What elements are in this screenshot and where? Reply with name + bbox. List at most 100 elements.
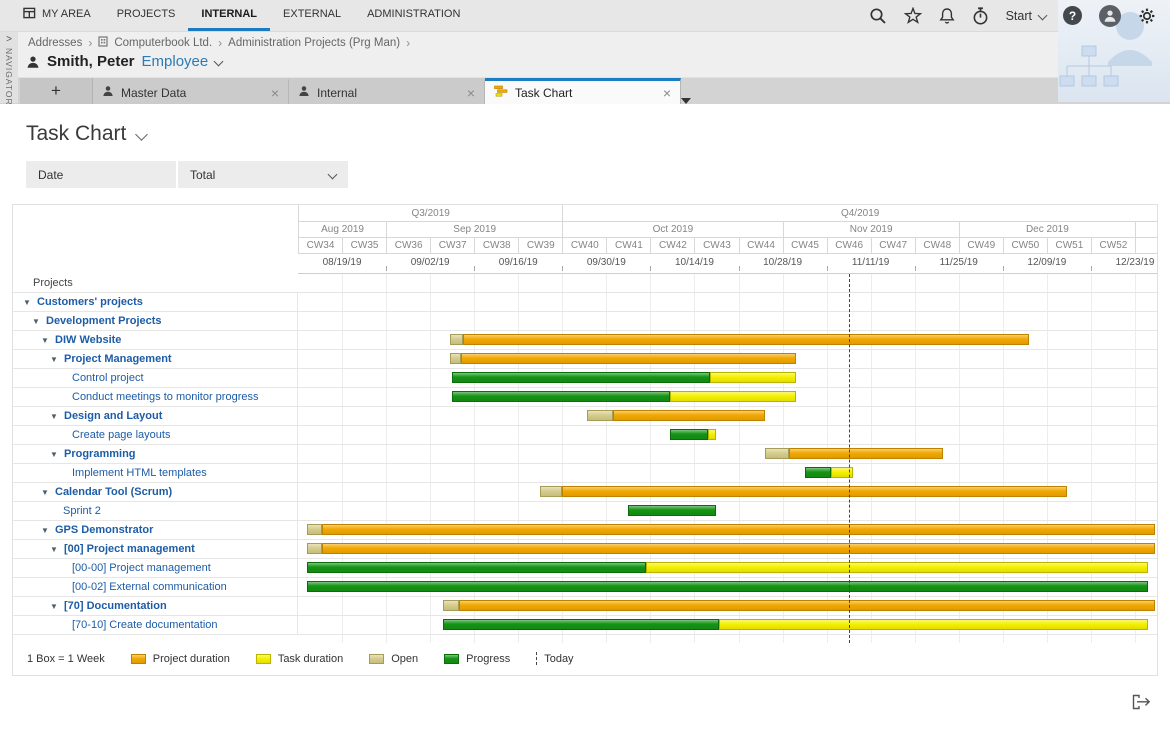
bar-open[interactable] bbox=[449, 353, 461, 364]
collapse-triangle-icon[interactable]: ▼ bbox=[50, 412, 59, 421]
tab-master-data[interactable]: Master Data × bbox=[93, 78, 289, 104]
bar-open[interactable] bbox=[540, 486, 563, 497]
close-icon[interactable]: × bbox=[663, 86, 671, 100]
menu-item-label: EXTERNAL bbox=[283, 8, 342, 20]
date-tick-icon bbox=[914, 266, 916, 271]
help-icon[interactable]: ? bbox=[1063, 6, 1082, 25]
bar-open[interactable] bbox=[764, 448, 790, 459]
bar-project[interactable] bbox=[460, 353, 796, 364]
legend-swatch-progress bbox=[444, 653, 460, 664]
tree-item[interactable]: ▼ GPS Demonstrator bbox=[13, 521, 298, 539]
collapse-triangle-icon[interactable]: ▼ bbox=[32, 317, 41, 326]
tree-item[interactable]: Implement HTML templates bbox=[13, 464, 298, 482]
breadcrumb-link[interactable]: Computerbook Ltd. bbox=[114, 37, 212, 49]
bar-task[interactable] bbox=[718, 619, 1149, 630]
title-dropdown-icon[interactable] bbox=[135, 127, 149, 141]
start-menu-button[interactable]: Start bbox=[1006, 9, 1048, 23]
tree-item[interactable]: Sprint 2 bbox=[13, 502, 298, 520]
bar-project[interactable] bbox=[322, 524, 1155, 535]
tree-item[interactable]: [00-00] Project management bbox=[13, 559, 298, 577]
tree-item[interactable]: ▼ Calendar Tool (Scrum) bbox=[13, 483, 298, 501]
gantt-row: ▼ Design and Layout bbox=[13, 407, 1157, 426]
bar-open[interactable] bbox=[306, 543, 323, 554]
tree-item[interactable]: Create page layouts bbox=[13, 426, 298, 444]
tree-item-label: [00-00] Project management bbox=[72, 562, 211, 574]
bar-progress[interactable] bbox=[804, 467, 831, 478]
tree-item[interactable]: [70-10] Create documentation bbox=[13, 616, 298, 634]
close-icon[interactable]: × bbox=[467, 86, 475, 100]
breadcrumb-link[interactable]: Administration Projects (Prg Man) bbox=[228, 37, 400, 49]
tree-item[interactable]: ▼ Project Management bbox=[13, 350, 298, 368]
gantt-row: Sprint 2 bbox=[13, 502, 1157, 521]
bar-project[interactable] bbox=[562, 486, 1067, 497]
collapse-triangle-icon[interactable]: ▼ bbox=[41, 488, 50, 497]
close-icon[interactable]: × bbox=[271, 86, 279, 100]
tree-item[interactable]: ▼ DIW Website bbox=[13, 331, 298, 349]
tab-internal[interactable]: Internal × bbox=[289, 78, 485, 104]
bar-project[interactable] bbox=[458, 600, 1155, 611]
tree-item[interactable]: ▼ Design and Layout bbox=[13, 407, 298, 425]
tree-item[interactable]: ▼ [70] Documentation bbox=[13, 597, 298, 615]
menu-item-internal[interactable]: INTERNAL bbox=[188, 0, 271, 31]
bar-task[interactable] bbox=[831, 467, 854, 478]
menu-item-my-area[interactable]: MY AREA bbox=[10, 0, 104, 31]
bar-project[interactable] bbox=[612, 410, 765, 421]
gantt-icon bbox=[494, 85, 508, 100]
menu-item-projects[interactable]: PROJECTS bbox=[104, 0, 189, 31]
bar-project[interactable] bbox=[789, 448, 944, 459]
week-cell: CW34 bbox=[298, 238, 342, 253]
role-dropdown[interactable]: Employee bbox=[142, 53, 224, 70]
bar-progress[interactable] bbox=[443, 619, 719, 630]
collapse-triangle-icon[interactable]: ▼ bbox=[23, 298, 32, 307]
menu-item-administration[interactable]: ADMINISTRATION bbox=[354, 0, 473, 31]
bar-open[interactable] bbox=[306, 524, 323, 535]
bar-project[interactable] bbox=[463, 334, 1030, 345]
tree-item[interactable]: ▼ Programming bbox=[13, 445, 298, 463]
tree-item[interactable]: Conduct meetings to monitor progress bbox=[13, 388, 298, 406]
new-tab-button[interactable]: + bbox=[20, 78, 93, 104]
date-filter[interactable]: Date bbox=[26, 161, 176, 188]
settings-gear-icon[interactable] bbox=[1138, 7, 1156, 25]
bar-task[interactable] bbox=[707, 429, 717, 440]
gantt-row: Control project bbox=[13, 369, 1157, 388]
bar-progress[interactable] bbox=[306, 581, 1149, 592]
week-row: CW34 CW35 CW36 CW37 CW38 CW39 CW40 CW41 CW42 CW43… bbox=[298, 238, 1157, 254]
bar-progress[interactable] bbox=[306, 562, 646, 573]
time-tracking-icon[interactable] bbox=[972, 6, 989, 25]
tree-item-label: Conduct meetings to monitor progress bbox=[72, 391, 259, 403]
total-filter-dropdown[interactable]: Total bbox=[178, 161, 348, 188]
export-icon[interactable] bbox=[1131, 693, 1152, 716]
bar-progress[interactable] bbox=[452, 372, 710, 383]
collapse-triangle-icon[interactable]: ▼ bbox=[50, 602, 59, 611]
search-icon[interactable] bbox=[869, 7, 887, 25]
bar-task[interactable] bbox=[646, 562, 1149, 573]
bar-open[interactable] bbox=[443, 600, 459, 611]
tree-item[interactable]: ▼ Development Projects bbox=[13, 312, 298, 330]
bar-progress[interactable] bbox=[628, 505, 717, 516]
tab-task-chart[interactable]: Task Chart × bbox=[485, 78, 691, 104]
tree-item[interactable]: ▼ [00] Project management bbox=[13, 540, 298, 558]
bar-progress[interactable] bbox=[670, 429, 708, 440]
favorites-star-icon[interactable] bbox=[903, 7, 922, 24]
tree-item[interactable]: ▼ Customers' projects bbox=[13, 293, 298, 311]
navigator-expand-icon[interactable]: > bbox=[6, 35, 12, 45]
bar-progress[interactable] bbox=[452, 391, 671, 402]
collapse-triangle-icon[interactable]: ▼ bbox=[50, 450, 59, 459]
collapse-triangle-icon[interactable]: ▼ bbox=[41, 526, 50, 535]
collapse-triangle-icon[interactable]: ▼ bbox=[50, 545, 59, 554]
month-cell: Dec 2019 bbox=[958, 222, 1135, 237]
tree-item[interactable]: [00-02] External communication bbox=[13, 578, 298, 596]
notifications-bell-icon[interactable] bbox=[939, 7, 955, 25]
tree-item[interactable]: Control project bbox=[13, 369, 298, 387]
bar-task[interactable] bbox=[709, 372, 796, 383]
collapse-triangle-icon[interactable]: ▼ bbox=[50, 355, 59, 364]
bar-open[interactable] bbox=[586, 410, 613, 421]
collapse-triangle-icon[interactable]: ▼ bbox=[41, 336, 50, 345]
breadcrumb-link[interactable]: Addresses bbox=[28, 37, 82, 49]
bar-open[interactable] bbox=[449, 334, 464, 345]
bar-task[interactable] bbox=[670, 391, 796, 402]
menu-item-external[interactable]: EXTERNAL bbox=[270, 0, 354, 31]
row-timeline bbox=[298, 350, 1157, 368]
avatar[interactable] bbox=[1099, 4, 1121, 27]
bar-project[interactable] bbox=[322, 543, 1155, 554]
